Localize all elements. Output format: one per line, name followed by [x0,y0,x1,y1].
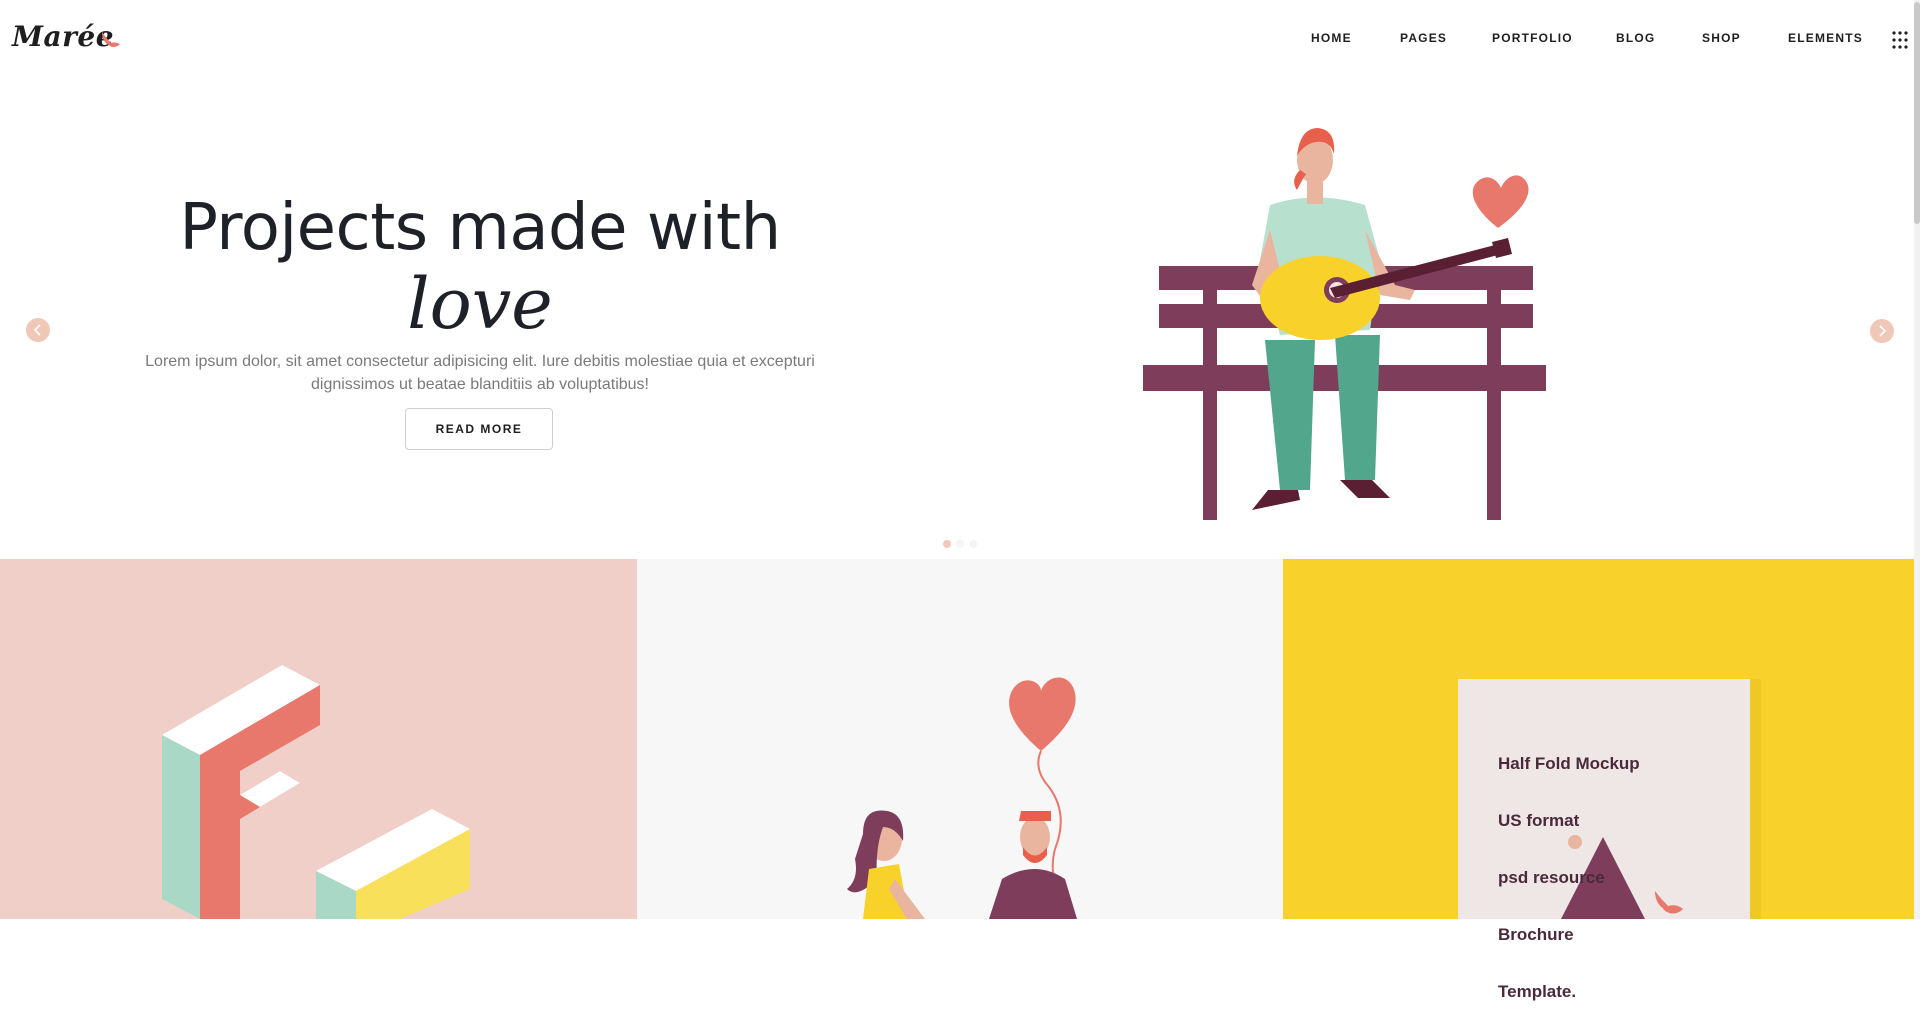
portfolio-panel-letters[interactable] [0,559,637,919]
nav-portfolio[interactable]: PORTFOLIO [1492,31,1573,45]
couple-balloon-illustration [847,677,1077,919]
chevron-left-icon [33,324,41,336]
mockup-line-4: Brochure [1498,925,1574,944]
hero-subtitle-line-2: dignissimos ut beatae blanditiis ab volu… [311,376,649,393]
hero-subtitle-line-1: Lorem ipsum dolor, sit amet consectetur … [145,353,815,370]
nav-home[interactable]: HOME [1311,31,1352,45]
mockup-line-3: psd resource [1498,868,1605,887]
mockup-line-1: Half Fold Mockup [1498,754,1640,773]
slider-dot-2[interactable] [956,540,964,548]
nav-blog[interactable]: BLOG [1616,31,1655,45]
page-scrollbar-thumb[interactable] [1914,2,1920,224]
hero-subtitle: Lorem ipsum dolor, sit amet consectetur … [130,350,830,396]
hero-title: Projects made with [179,191,781,265]
mockup-brochure-text: Half Fold Mockup US format psd resource … [1498,716,1640,1020]
nav-elements[interactable]: ELEMENTS [1788,31,1863,45]
mockup-line-2: US format [1498,811,1580,830]
read-more-button[interactable]: READ MORE [405,408,553,450]
chevron-right-icon [1879,325,1887,337]
portfolio-panel-couple[interactable] [637,559,1283,919]
guitarist-illustration [1143,128,1546,520]
grid-menu-icon[interactable] [1892,31,1908,49]
nav-shop[interactable]: SHOP [1702,31,1741,45]
isometric-letters-illustration [162,665,470,919]
slider-dot-1[interactable] [943,540,951,548]
leaf-logo-icon [102,32,120,47]
hero-title-accent: love [407,263,553,345]
site-header: Marée HOME PAGES PORTFOLIO BLOG SHOP ELE… [0,0,1920,78]
slider-next-button[interactable] [1870,319,1894,343]
site-logo[interactable]: Marée [12,20,120,53]
slider-prev-button[interactable] [26,318,50,342]
mockup-line-5: Template. [1498,982,1577,1001]
slider-dot-3[interactable] [969,540,977,548]
nav-pages[interactable]: PAGES [1400,31,1447,45]
